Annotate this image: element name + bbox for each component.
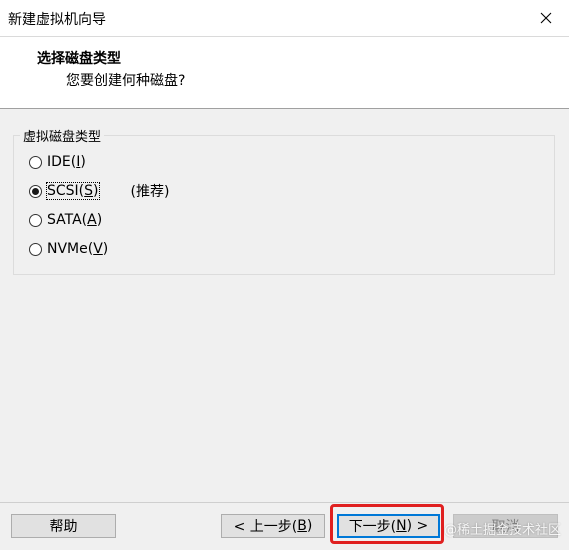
radio-button[interactable] [29, 155, 42, 169]
radio-label: SCSI(S) [46, 182, 100, 200]
radio-label: IDE(I) [47, 154, 86, 170]
title-bar: 新建虚拟机向导 [0, 0, 569, 37]
wizard-header: 选择磁盘类型 您要创建何种磁盘? [0, 37, 569, 109]
help-button[interactable]: 帮助 [11, 514, 116, 538]
radio-label: NVMe(V) [47, 241, 109, 257]
back-button[interactable]: < 上一步(B) [221, 514, 325, 538]
groupbox-label: 虚拟磁盘类型 [20, 126, 105, 145]
radio-dot [32, 187, 39, 195]
highlight-annotation [330, 504, 444, 544]
footer-separator [0, 502, 569, 503]
window-title: 新建虚拟机向导 [8, 12, 106, 28]
page-subtitle: 您要创建何种磁盘? [66, 73, 186, 89]
radio-option-nvme[interactable]: NVMe(V) [29, 238, 108, 260]
radio-option-scsi[interactable]: SCSI(S) (推荐) [29, 180, 169, 202]
close-icon [540, 12, 552, 24]
radio-label: SATA(A) [47, 212, 103, 228]
radio-option-ide[interactable]: IDE(I) [29, 151, 86, 173]
recommended-note: (推荐) [130, 184, 170, 200]
close-button[interactable] [523, 0, 569, 36]
radio-button[interactable] [29, 213, 42, 227]
radio-option-sata[interactable]: SATA(A) [29, 209, 102, 231]
radio-button-selected[interactable] [29, 184, 42, 198]
watermark: @稀土掘金技术社区 [444, 523, 562, 538]
radio-button[interactable] [29, 242, 42, 256]
page-title: 选择磁盘类型 [37, 51, 121, 67]
